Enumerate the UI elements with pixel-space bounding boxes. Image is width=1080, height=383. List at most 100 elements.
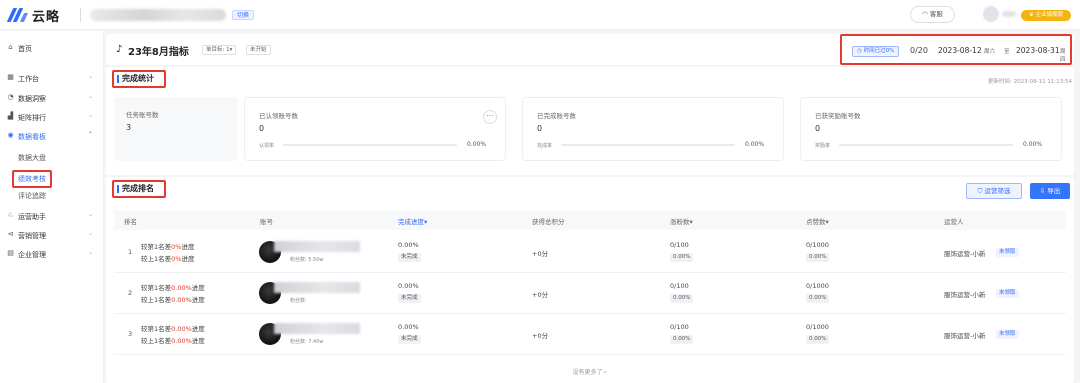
followers-percent: 0.00% <box>670 294 694 303</box>
progress-bar <box>283 144 457 146</box>
claim-status-badge: 未领取 <box>996 330 1019 339</box>
stat-percent: 0.00% <box>745 141 765 148</box>
rank-icon: ▟ <box>7 112 14 120</box>
points-value: +0分 <box>532 291 549 299</box>
gap-to-previous: 较上1名差0.00%进度 <box>141 294 205 304</box>
sidebar-item-enterprise[interactable]: ▤ 企业管理 ⌄ <box>0 245 104 263</box>
table-header: 排名 账号 完成进度▾ 获得总积分 涨粉数▾ 点赞数▾ 运营人 <box>114 210 1066 230</box>
customer-service-button[interactable]: ◠ 客服 <box>910 6 955 23</box>
brand-logo[interactable]: 云略 <box>6 6 61 25</box>
completion-ranking-panel: 完成排名 ⛉ 运营筛选 ⇩ 导出 排名 账号 完成进度▾ 获得总积分 涨粉数▾ … <box>106 177 1074 383</box>
stat-value: 0 <box>259 124 265 133</box>
stat-task-accounts: 任务账号数 3 <box>114 97 238 161</box>
sidebar-item-label: 数据看板 <box>18 133 46 141</box>
sidebar-item-label: 营销管理 <box>18 232 46 240</box>
table-row: 2 较第1名差0.00%进度 较上1名差0.00%进度 粉丝数: 0.00% 未… <box>114 273 1066 314</box>
points-value: +0分 <box>532 332 549 340</box>
status-badge: 未完成 <box>398 253 421 262</box>
stat-claimed-accounts: 已认领账号数 ··· 0 认领率 0.00% <box>244 97 506 161</box>
chevron-down-icon: ⌄ <box>88 211 94 218</box>
user-avatar[interactable] <box>983 6 999 22</box>
gap-value: 0% <box>171 243 182 251</box>
account-name-redacted <box>274 241 360 252</box>
points-value: +0分 <box>532 250 549 258</box>
assistant-icon: ♘ <box>7 211 14 219</box>
column-header-followers[interactable]: 涨粉数▾ <box>670 216 693 226</box>
chevron-down-icon: ⌄ <box>88 112 94 119</box>
sidebar-item-workbench[interactable]: ▦ 工作台 ⌄ <box>0 69 104 87</box>
stat-percent: 0.00% <box>467 141 487 148</box>
sidebar-subitem-performance[interactable]: 绩效考核 <box>12 170 52 188</box>
brand-name: 云略 <box>32 9 61 25</box>
sidebar-item-home[interactable]: ⌂ 首页 <box>0 39 104 57</box>
time-passed-label: 时间已过0% <box>863 48 895 54</box>
gap-label: 较上1名差 <box>141 296 172 304</box>
followers-ratio: 0/100 <box>670 282 689 290</box>
single-target-select[interactable]: 单目标: 1▾ <box>202 45 237 55</box>
ops-filter-button[interactable]: ⛉ 运营筛选 <box>966 183 1022 199</box>
sidebar-item-label: 首页 <box>18 45 32 53</box>
logo-icon <box>6 8 29 22</box>
status-badge: 未完成 <box>398 335 421 344</box>
stat-label: 已获奖励账号数 <box>815 112 861 120</box>
gap-suffix: 进度 <box>191 337 205 345</box>
stat-value: 0 <box>815 124 821 133</box>
switch-shop-button[interactable]: 切换 <box>232 10 255 20</box>
completion-stats-panel: 完成统计 更新时间: 2023-08-11 11:13:54 任务账号数 3 已… <box>106 67 1074 175</box>
status-badge: 未完成 <box>398 294 421 303</box>
indicator-header: ♪ 23年8月指标 单目标: 1▾ 未开始 ◷ 时间已过0% 0/20 2023… <box>106 34 1074 65</box>
crown-icon: ♛ <box>1028 12 1036 18</box>
export-button[interactable]: ⇩ 导出 <box>1030 183 1070 199</box>
sidebar-item-label: 工作台 <box>18 75 39 83</box>
stat-label: 任务账号数 <box>126 111 159 119</box>
end-date: 2023-08-31 <box>1016 46 1060 55</box>
rank-number: 3 <box>128 330 133 338</box>
gap-label: 较上1名差 <box>141 337 172 345</box>
sidebar-item-ops-assistant[interactable]: ♘ 运营助手 ⌄ <box>0 207 104 225</box>
stat-label: 已完成账号数 <box>537 112 576 120</box>
chart-icon: ◔ <box>7 93 14 101</box>
operator-name: 服饰运营-小新 <box>944 332 986 340</box>
status-badge: 未开始 <box>246 45 271 55</box>
section-title-stats: 完成统计 <box>112 70 166 88</box>
top-bar: 云略 切换 ◠ 客服 ♛ 企业旗舰版 <box>0 0 1080 30</box>
chevron-down-icon: ⌄ <box>88 230 94 237</box>
followers-ratio: 0/100 <box>670 241 689 249</box>
sidebar-item-label: 运营助手 <box>18 213 46 221</box>
section-title-ranking: 完成排名 <box>112 180 166 198</box>
stat-completed-accounts: 已完成账号数 0 完成率 0.00% <box>522 97 784 161</box>
sidebar-subitem-data-panel[interactable]: 数据大盘 <box>18 153 46 163</box>
grid-icon: ▦ <box>7 73 14 81</box>
followers-ratio: 0/100 <box>670 323 689 331</box>
customer-service-label: 客服 <box>929 10 943 18</box>
fan-count: 粉丝数: <box>290 298 307 304</box>
rank-number: 1 <box>128 248 133 256</box>
progress-bar <box>561 144 735 146</box>
sidebar-item-matrix-rank[interactable]: ▟ 矩阵排行 ⌄ <box>0 108 104 126</box>
building-icon: ▤ <box>7 249 14 257</box>
stat-value: 3 <box>126 123 132 132</box>
sidebar-item-marketing[interactable]: ⊲ 营销管理 ⌄ <box>0 226 104 244</box>
gap-to-first: 较第1名差0.00%进度 <box>141 323 205 333</box>
followers-percent: 0.00% <box>670 335 694 344</box>
page-title: 23年8月指标 <box>128 47 189 58</box>
sidebar-item-data-overview[interactable]: ◔ 数据洞察 ⌄ <box>0 89 104 107</box>
column-header-progress[interactable]: 完成进度▾ <box>398 216 427 226</box>
vip-badge[interactable]: ♛ 企业旗舰版 <box>1021 10 1071 21</box>
sidebar-item-data-board[interactable]: ◉ 数据看板 ⌃ <box>0 127 104 145</box>
column-header-likes[interactable]: 点赞数▾ <box>806 216 829 226</box>
sidebar-subitem-comment-tracking[interactable]: 评论追踪 <box>18 191 46 201</box>
gap-value: 0.00% <box>171 337 192 345</box>
gap-label: 较第1名差 <box>141 284 172 292</box>
table-row: 3 较第1名差0.00%进度 较上1名差0.00%进度 粉丝数: 7.40w 0… <box>114 314 1066 355</box>
no-more-hint: 没有更多了~ <box>572 369 608 376</box>
export-label: 导出 <box>1047 187 1061 195</box>
tiktok-icon: ♪ <box>116 44 123 55</box>
stat-bar-label: 奖励率 <box>815 143 831 149</box>
account-name-redacted <box>274 282 360 293</box>
progress-value: 0.00% <box>398 241 419 249</box>
home-icon: ⌂ <box>8 43 13 51</box>
more-options-button[interactable]: ··· <box>483 110 497 124</box>
stat-value: 0 <box>537 124 543 133</box>
date-range-panel: ◷ 时间已过0% 0/20 2023-08-12 周六 至 2023-08-31… <box>840 34 1072 65</box>
